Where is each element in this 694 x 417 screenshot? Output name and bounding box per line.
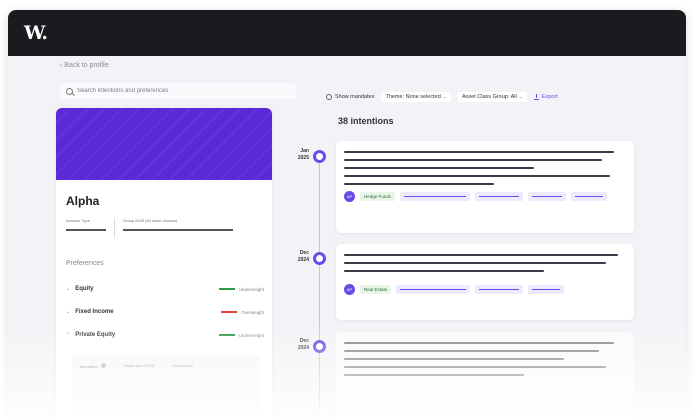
profile-meta: Investor Type Group AUM (All asset class… [66, 218, 233, 238]
timeline-date: Jan 2025 [297, 148, 309, 161]
timeline-line [319, 150, 320, 410]
export-button[interactable]: Export [533, 94, 558, 100]
back-to-profile-link[interactable]: ‹ Back to profile [60, 62, 109, 69]
chevron-down-icon: ⌄ [442, 94, 447, 100]
theme-dropdown-label: Theme: None selected [385, 94, 441, 100]
intention-card[interactable]: AP Hedge Funds [336, 141, 634, 233]
intention-tags: AP Real Estate [344, 284, 626, 295]
profile-card: Alpha Investor Type Group AUM (All asset… [56, 108, 272, 417]
search-input[interactable] [77, 88, 287, 94]
private-equity-details: Mandates Ticket size (USD) Fund count [72, 355, 260, 415]
avatar: AP [344, 191, 355, 202]
intention-tags: AP Hedge Funds [344, 191, 626, 202]
chevron-down-icon: ⌄ [66, 286, 71, 292]
asset-class-dropdown-label: Asset Class Group: All [462, 94, 517, 100]
top-bar: W. [8, 10, 686, 56]
profile-banner [56, 108, 272, 180]
show-mandates-toggle[interactable]: Show mandates [326, 94, 374, 100]
toggle-icon [326, 94, 332, 100]
preferences-title: Preferences [66, 260, 104, 267]
brand-logo[interactable]: W. [24, 22, 48, 44]
download-icon [533, 94, 539, 100]
investor-type-label: Investor Type [66, 218, 90, 223]
investor-type: Investor Type [66, 218, 106, 238]
group-aum: Group AUM (All asset classes) [123, 218, 233, 238]
asset-class-tag[interactable]: Hedge Funds [360, 192, 396, 201]
intention-card[interactable]: AP Real Estate [336, 244, 634, 320]
avatar: AP [344, 284, 355, 295]
asset-class-tag[interactable]: Real Estate [360, 285, 392, 294]
timeline-date: Dec 2024 [297, 338, 309, 351]
profile-name: Alpha [66, 194, 100, 208]
search-icon [66, 87, 73, 95]
preference-row-private-equity[interactable]: ⌃ Private Equity Underweight [66, 332, 264, 338]
asset-class-dropdown[interactable]: Asset Class Group: All ⌄ [458, 92, 527, 102]
chevron-down-icon: ⌄ [66, 309, 71, 315]
timeline-dot [313, 150, 326, 163]
preference-row-fixed-income[interactable]: ⌄ Fixed Income Overweight [66, 309, 264, 315]
intentions-count: 38 intentions [338, 116, 394, 126]
timeline-dot [313, 252, 326, 265]
info-icon[interactable] [100, 363, 106, 368]
timeline-dot [313, 340, 326, 353]
intention-card[interactable] [336, 332, 634, 417]
filter-toolbar: Show mandates Theme: None selected ⌄ Ass… [326, 92, 558, 102]
show-mandates-label: Show mandates [335, 94, 375, 100]
timeline-date: Dec 2024 [297, 250, 309, 263]
preference-row-equity[interactable]: ⌄ Equity Underweight [66, 286, 264, 292]
theme-dropdown[interactable]: Theme: None selected ⌄ [381, 92, 451, 102]
export-label: Export [541, 94, 558, 100]
search-bar[interactable] [60, 83, 296, 99]
chevron-up-icon: ⌃ [66, 332, 71, 338]
chevron-down-icon: ⌄ [518, 94, 523, 100]
group-aum-label: Group AUM (All asset classes) [123, 218, 178, 223]
